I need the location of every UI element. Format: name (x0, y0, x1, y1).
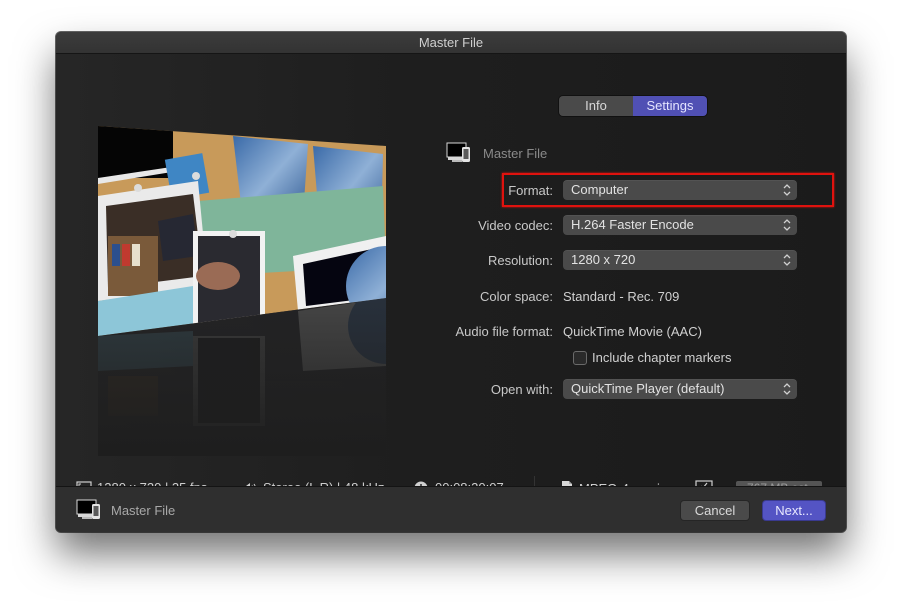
chapter-markers-option: Include chapter markers (573, 350, 731, 365)
audio-format-row: Audio file format: QuickTime Movie (AAC) (386, 320, 702, 342)
resolution-row: Resolution: 1280 x 720 (386, 249, 797, 271)
video-codec-label: Video codec: (478, 217, 553, 233)
tab-info[interactable]: Info (559, 96, 633, 116)
resolution-select[interactable]: 1280 x 720 (563, 250, 797, 270)
dialog-footer: Master File Cancel Next... (56, 486, 846, 532)
open-with-select[interactable]: QuickTime Player (default) (563, 379, 797, 399)
chevron-updown-icon (783, 383, 791, 395)
audio-format-value: QuickTime Movie (AAC) (563, 323, 702, 339)
chapter-markers-checkbox[interactable] (573, 350, 587, 365)
video-codec-value: H.264 Faster Encode (571, 217, 694, 232)
video-codec-select[interactable]: H.264 Faster Encode (563, 215, 797, 235)
destination-header: Master File (446, 142, 547, 164)
chapter-markers-label[interactable]: Include chapter markers (592, 350, 731, 365)
color-space-label: Color space: (480, 288, 553, 304)
computer-device-icon (76, 499, 100, 519)
format-label: Format: (508, 182, 553, 198)
tab-settings[interactable]: Settings (633, 96, 707, 116)
footer-destination: Master File (76, 499, 175, 521)
open-with-value: QuickTime Player (default) (571, 381, 725, 396)
video-codec-row: Video codec: H.264 Faster Encode (386, 214, 797, 236)
cancel-button[interactable]: Cancel (681, 501, 749, 520)
format-value: Computer (571, 182, 629, 197)
chevron-updown-icon (783, 219, 791, 231)
destination-name: Master File (483, 145, 548, 161)
open-with-label: Open with: (490, 381, 553, 397)
chevron-updown-icon (783, 254, 791, 266)
info-settings-tabs: Info Settings (559, 96, 707, 116)
resolution-label: Resolution: (487, 252, 553, 268)
audio-format-label: Audio file format: (455, 323, 553, 339)
next-button[interactable]: Next... (763, 501, 825, 520)
color-space-row: Color space: Standard - Rec. 709 (386, 285, 679, 307)
format-row: Format: Computer (386, 179, 797, 201)
resolution-value: 1280 x 720 (571, 252, 636, 267)
color-space-value: Standard - Rec. 709 (563, 288, 680, 304)
computer-device-icon (446, 142, 470, 162)
chevron-updown-icon (783, 184, 791, 196)
window-title: Master File (56, 32, 846, 54)
footer-destination-name: Master File (111, 502, 176, 518)
master-file-dialog: Master File Info Settings Master File Fo… (56, 32, 846, 532)
open-with-row: Open with: QuickTime Player (default) (386, 378, 797, 400)
video-preview-thumbnail (98, 126, 386, 456)
format-select[interactable]: Computer (563, 180, 797, 200)
dialog-body: Info Settings Master File Format: Comput… (56, 54, 846, 498)
